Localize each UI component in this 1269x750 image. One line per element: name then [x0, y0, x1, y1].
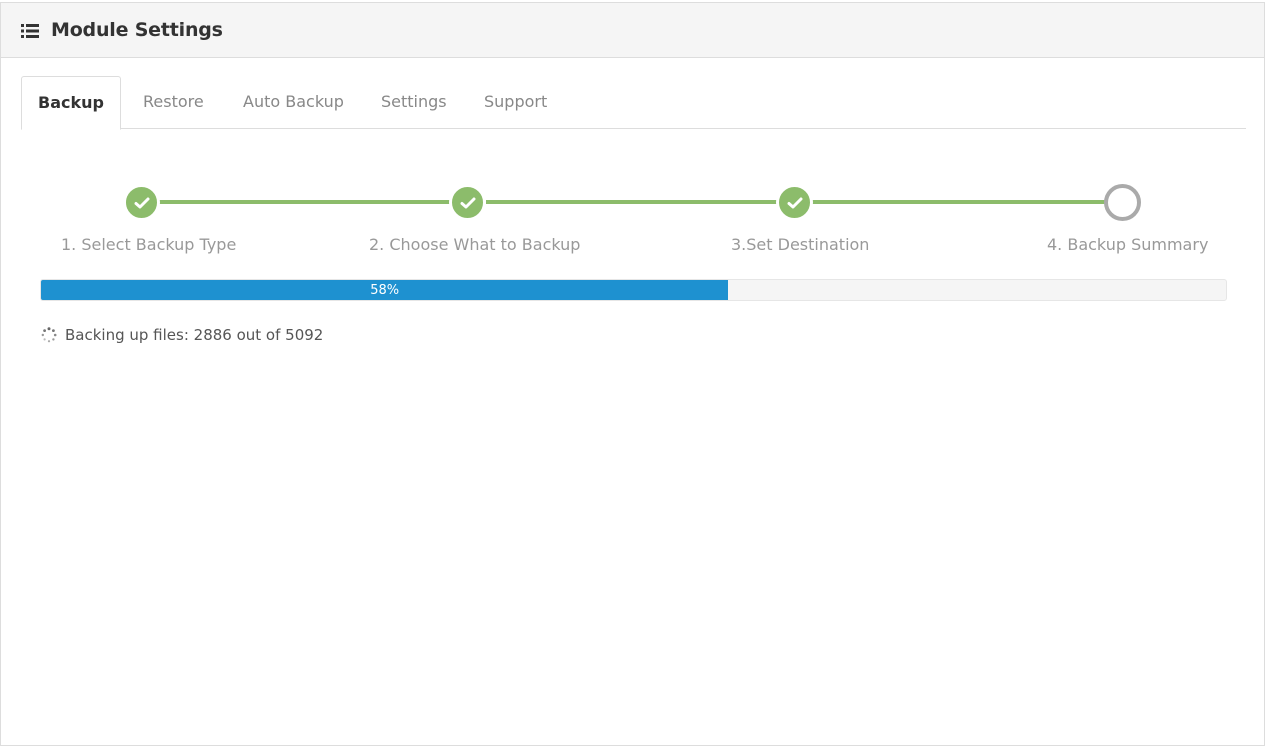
progress-fill: 58% — [41, 280, 729, 300]
backup-progress-bar: 58% — [40, 279, 1227, 301]
step-1-label: 1. Select Backup Type — [61, 235, 237, 254]
page-title: Module Settings — [51, 19, 223, 41]
status-text: Backing up files: 2886 out of 5092 — [65, 326, 324, 344]
tab-settings[interactable]: Settings — [381, 76, 447, 129]
tab-backup[interactable]: Backup — [21, 76, 121, 130]
checkmark-icon — [134, 197, 149, 208]
module-settings-panel: Module Settings Backup Restore Auto Back… — [0, 2, 1265, 746]
checkmark-icon — [787, 197, 802, 208]
panel-heading: Module Settings — [1, 3, 1264, 58]
step-connector-2-3 — [486, 200, 780, 204]
list-icon — [21, 23, 39, 38]
step-2-indicator — [449, 184, 486, 221]
tab-auto-backup[interactable]: Auto Backup — [243, 76, 344, 129]
tab-restore[interactable]: Restore — [143, 76, 204, 129]
step-3-indicator — [776, 184, 813, 221]
checkmark-icon — [460, 197, 475, 208]
step-4-indicator — [1104, 184, 1141, 221]
step-connector-1-2 — [159, 200, 453, 204]
step-2-label: 2. Choose What to Backup — [369, 235, 581, 254]
step-1-indicator — [123, 184, 160, 221]
step-3-label: 3.Set Destination — [731, 235, 870, 254]
step-4-label: 4. Backup Summary — [1047, 235, 1209, 254]
spinner-icon — [41, 327, 57, 343]
tab-bar: Backup Restore Auto Backup Settings Supp… — [21, 76, 1246, 130]
step-connector-3-4 — [812, 200, 1108, 204]
tab-support[interactable]: Support — [484, 76, 547, 129]
